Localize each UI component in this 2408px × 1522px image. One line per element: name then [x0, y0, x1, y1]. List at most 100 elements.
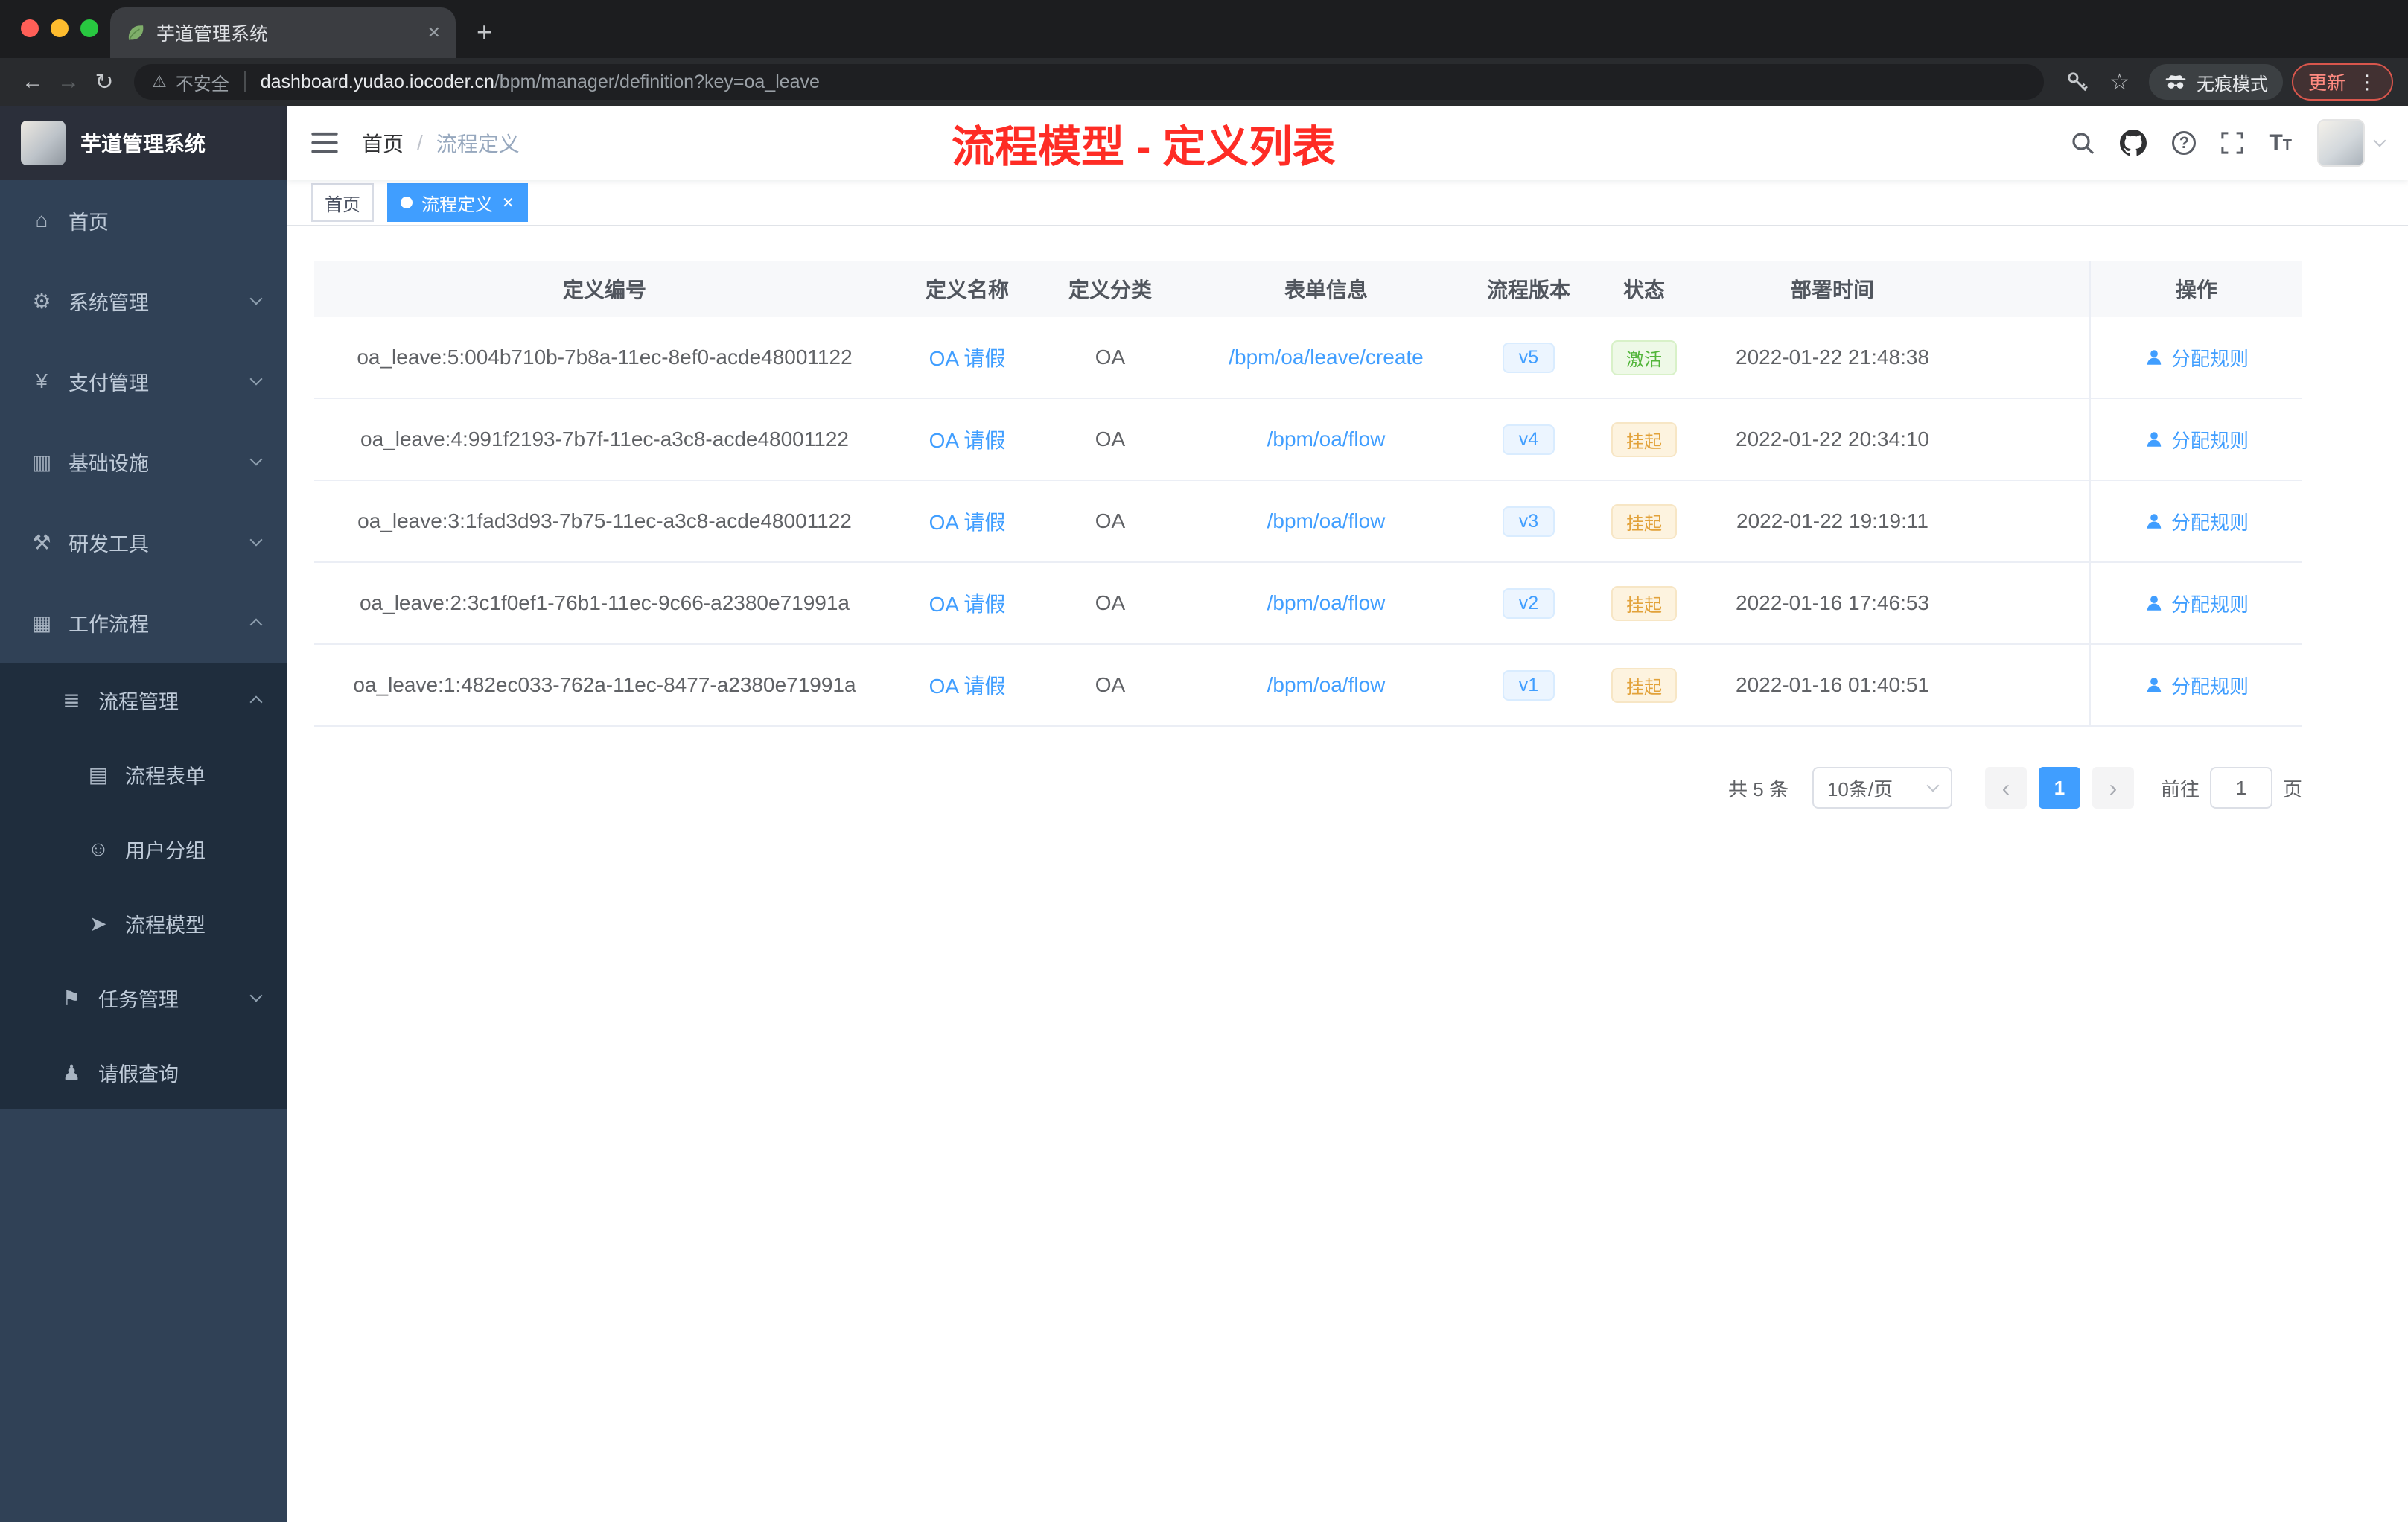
close-window-button[interactable]: [21, 19, 39, 37]
deploy-time: 2022-01-22 20:34:10: [1736, 427, 1929, 450]
infrastructure-icon: ▥: [31, 450, 52, 474]
yen-icon: ¥: [36, 369, 48, 392]
prev-page-button[interactable]: ‹: [1984, 767, 2027, 809]
form-icon: ▤: [88, 762, 109, 786]
status-badge: 激活: [1611, 340, 1677, 375]
hamburger-icon[interactable]: [311, 132, 338, 154]
list-icon: ≣: [63, 688, 80, 712]
assign-rule-button[interactable]: 分配规则: [2144, 590, 2249, 617]
sidebar-item-process-model[interactable]: ➤ 流程模型: [0, 886, 287, 961]
sidebar-item-infrastructure[interactable]: ▥ 基础设施: [0, 421, 287, 502]
github-icon[interactable]: [2120, 130, 2147, 156]
person-icon: ♟: [62, 1060, 81, 1084]
bookmark-star-icon[interactable]: ☆: [2109, 69, 2130, 95]
next-page-button[interactable]: ›: [2092, 767, 2134, 809]
table-row: oa_leave:4:991f2193-7b7f-11ec-a3c8-acde4…: [314, 399, 2302, 481]
form-link[interactable]: /bpm/oa/flow: [1267, 509, 1386, 532]
breadcrumb-home[interactable]: 首页: [362, 128, 404, 158]
assign-rule-button[interactable]: 分配规则: [2144, 672, 2249, 699]
definition-category: OA: [1095, 673, 1126, 696]
incognito-badge: 无痕模式: [2148, 64, 2283, 100]
sidebar-item-dev-tools[interactable]: ⚒ 研发工具: [0, 502, 287, 582]
sidebar-item-workflow[interactable]: ▦ 工作流程: [0, 582, 287, 663]
forward-button[interactable]: →: [51, 69, 86, 95]
deploy-time: 2022-01-16 01:40:51: [1736, 673, 1929, 696]
column-header: 表单信息: [1284, 278, 1368, 302]
definition-name-link[interactable]: OA 请假: [929, 593, 1006, 616]
chevron-down-icon: [249, 989, 263, 1002]
definition-name-link[interactable]: OA 请假: [929, 347, 1006, 370]
sidebar-item-leave-query[interactable]: ♟ 请假查询: [0, 1035, 287, 1109]
app-title: 芋道管理系统: [80, 133, 206, 156]
sidebar-item-payment-management[interactable]: ¥ 支付管理: [0, 341, 287, 421]
goto-page-input[interactable]: [2209, 767, 2272, 809]
window-controls: [21, 19, 98, 37]
minimize-window-button[interactable]: [51, 19, 69, 37]
form-link[interactable]: /bpm/oa/leave/create: [1229, 346, 1424, 369]
deploy-time: 2022-01-22 21:48:38: [1736, 346, 1929, 369]
key-icon[interactable]: [2066, 71, 2089, 93]
zoom-window-button[interactable]: [80, 19, 98, 37]
tag-close-icon[interactable]: ✕: [502, 194, 515, 212]
gear-icon: ⚙: [32, 289, 51, 313]
definition-id: oa_leave:1:482ec033-762a-11ec-8477-a2380…: [353, 673, 856, 696]
sidebar-menu: ⌂ 首页 ⚙ 系统管理 ¥ 支付管理 ▥ 基础设施 ⚒ 研发工具 ▦ 工作流程 …: [0, 180, 287, 1109]
incognito-label: 无痕模式: [2196, 74, 2268, 95]
sidebar-item-task-management[interactable]: ⚑ 任务管理: [0, 961, 287, 1035]
definition-id: oa_leave:3:1fad3d93-7b75-11ec-a3c8-acde4…: [357, 509, 852, 532]
assign-rule-button[interactable]: 分配规则: [2144, 426, 2249, 453]
fullscreen-icon[interactable]: [2221, 132, 2244, 154]
tag-home[interactable]: 首页: [311, 183, 374, 222]
browser-menu-icon[interactable]: ⋮: [2357, 71, 2377, 94]
breadcrumb-separator: /: [417, 131, 423, 154]
chevron-up-icon: [249, 695, 263, 709]
page-size-select[interactable]: 10条/页: [1812, 767, 1952, 809]
chevron-down-icon: [249, 292, 263, 305]
assign-rule-label: 分配规则: [2170, 675, 2249, 698]
top-navbar: 首页 / 流程定义 流程模型 - 定义列表 ? TT: [287, 106, 2408, 180]
status-badge: 挂起: [1611, 503, 1677, 539]
browser-update-button[interactable]: 更新 ⋮: [2291, 63, 2393, 101]
assign-rule-button[interactable]: 分配规则: [2144, 508, 2249, 535]
browser-window: 芋道管理系统 ✕ + ← → ↻ ⚠ 不安全 dashboard.yudao.i…: [0, 0, 2408, 1522]
tab-close-icon[interactable]: ✕: [427, 23, 441, 42]
new-tab-button[interactable]: +: [477, 16, 492, 48]
tag-process-definition[interactable]: 流程定义 ✕: [387, 183, 528, 222]
sidebar-item-process-form[interactable]: ▤ 流程表单: [0, 737, 287, 812]
sidebar-item-process-management[interactable]: ≣ 流程管理: [0, 663, 287, 737]
definition-name-link[interactable]: OA 请假: [929, 429, 1006, 452]
page-1-button[interactable]: 1: [2038, 767, 2080, 809]
form-link[interactable]: /bpm/oa/flow: [1267, 427, 1386, 450]
browser-tab[interactable]: 芋道管理系统 ✕: [110, 7, 456, 58]
tab-title: 芋道管理系统: [156, 24, 269, 45]
column-header: 定义名称: [925, 278, 1009, 302]
sidebar-item-label: 基础设施: [69, 452, 149, 475]
column-header: 操作: [2089, 261, 2302, 317]
help-icon[interactable]: ?: [2172, 131, 2197, 155]
address-bar[interactable]: ⚠ 不安全 dashboard.yudao.iocoder.cn/bpm/man…: [134, 64, 2045, 100]
url-text: dashboard.yudao.iocoder.cn/bpm/manager/d…: [261, 71, 820, 93]
reload-button[interactable]: ↻: [86, 69, 122, 95]
page-number: 1: [2054, 776, 2065, 799]
version-badge: v1: [1502, 669, 1555, 701]
search-icon[interactable]: [2071, 131, 2095, 155]
table-row: oa_leave:2:3c1f0ef1-76b1-11ec-9c66-a2380…: [314, 563, 2302, 645]
sidebar-item-home[interactable]: ⌂ 首页: [0, 180, 287, 261]
assign-rule-button[interactable]: 分配规则: [2144, 344, 2249, 372]
sidebar-item-user-group[interactable]: ☺ 用户分组: [0, 812, 287, 886]
assign-rule-label: 分配规则: [2170, 593, 2249, 616]
app-logo[interactable]: 芋道管理系统: [0, 106, 287, 180]
font-size-icon[interactable]: TT: [2269, 130, 2292, 156]
user-avatar-menu[interactable]: [2317, 119, 2386, 167]
back-button[interactable]: ←: [15, 69, 51, 95]
security-label: 不安全: [175, 74, 229, 95]
column-header: 流程版本: [1486, 278, 1570, 302]
users-icon: ☺: [87, 837, 109, 860]
form-link[interactable]: /bpm/oa/flow: [1267, 591, 1386, 614]
form-link[interactable]: /bpm/oa/flow: [1267, 673, 1386, 696]
definition-name-link[interactable]: OA 请假: [929, 511, 1006, 534]
definition-name-link[interactable]: OA 请假: [929, 675, 1006, 698]
assign-rule-label: 分配规则: [2170, 429, 2249, 452]
url-domain: dashboard.yudao.iocoder.cn: [260, 71, 494, 92]
sidebar-item-system-management[interactable]: ⚙ 系统管理: [0, 261, 287, 341]
